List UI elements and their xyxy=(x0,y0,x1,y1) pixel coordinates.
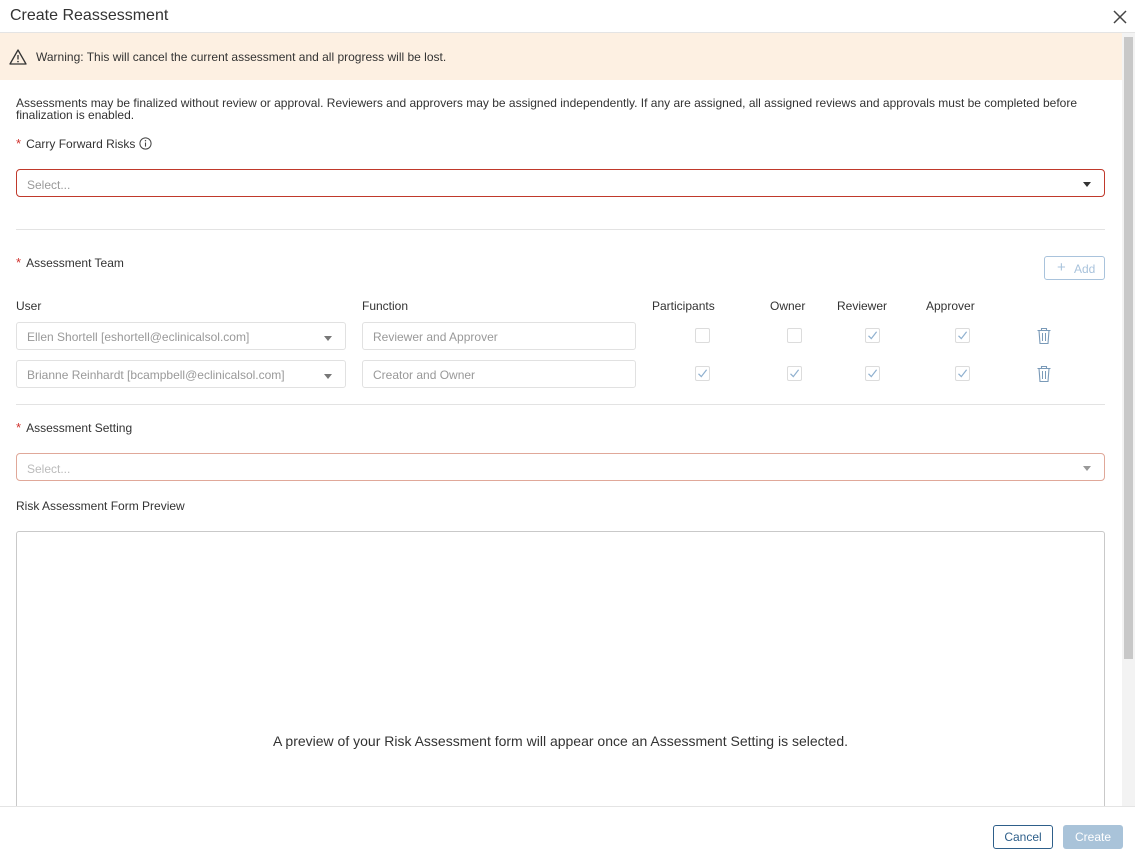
team-row-user-select[interactable]: Brianne Reinhardt [bcampbell@eclinicalso… xyxy=(16,360,346,388)
dialog-header: Create Reassessment xyxy=(0,0,1135,33)
add-member-label: Add xyxy=(1074,262,1096,276)
chevron-down-icon xyxy=(324,336,332,341)
add-member-button[interactable]: + Add xyxy=(1044,256,1105,280)
close-icon[interactable] xyxy=(1111,8,1129,26)
column-header-function: Function xyxy=(362,299,409,313)
team-row-function-input[interactable]: Reviewer and Approver xyxy=(362,322,636,350)
finalization-note: Assessments may be finalized without rev… xyxy=(16,96,1078,122)
participants-checkbox[interactable] xyxy=(695,366,710,381)
chevron-down-icon xyxy=(324,374,332,379)
team-row-function-value: Creator and Owner xyxy=(373,368,476,382)
carry-forward-label-text: Carry Forward Risks xyxy=(26,137,136,151)
section-divider xyxy=(16,404,1105,405)
team-row-user-value: Ellen Shortell [eshortell@eclinicalsol.c… xyxy=(27,330,250,344)
approver-checkbox[interactable] xyxy=(955,366,970,381)
scrollbar-thumb[interactable] xyxy=(1124,37,1133,659)
create-button[interactable]: Create xyxy=(1063,825,1123,849)
owner-checkbox[interactable] xyxy=(787,366,802,381)
assessment-setting-label-text: Assessment Setting xyxy=(26,421,133,435)
participants-checkbox[interactable] xyxy=(695,328,710,343)
approver-checkbox[interactable] xyxy=(955,328,970,343)
carry-forward-label: * Carry Forward Risks xyxy=(16,136,153,151)
assessment-setting-placeholder: Select... xyxy=(27,462,71,476)
section-divider xyxy=(16,229,1105,230)
plus-icon: + xyxy=(1057,259,1066,276)
dialog-title: Create Reassessment xyxy=(10,7,169,24)
carry-forward-placeholder: Select... xyxy=(27,178,71,192)
column-header-reviewer: Reviewer xyxy=(837,299,888,313)
trash-icon[interactable] xyxy=(1036,365,1052,383)
required-marker: * xyxy=(16,255,22,270)
assessment-setting-label: * Assessment Setting xyxy=(16,420,132,435)
assessment-team-label-text: Assessment Team xyxy=(26,256,124,270)
info-icon[interactable] xyxy=(139,137,153,150)
warning-banner: Warning: This will cancel the current as… xyxy=(0,33,1122,80)
reviewer-checkbox[interactable] xyxy=(865,328,880,343)
cancel-button[interactable]: Cancel xyxy=(993,825,1053,849)
preview-empty-message: A preview of your Risk Assessment form w… xyxy=(272,733,849,749)
column-header-participants: Participants xyxy=(652,299,715,313)
preview-label: Risk Assessment Form Preview xyxy=(16,499,185,513)
chevron-down-icon xyxy=(1083,466,1091,471)
form-preview-panel: A preview of your Risk Assessment form w… xyxy=(16,531,1105,821)
team-row-function-input[interactable]: Creator and Owner xyxy=(362,360,636,388)
team-row-user-select[interactable]: Ellen Shortell [eshortell@eclinicalsol.c… xyxy=(16,322,346,350)
column-header-owner: Owner xyxy=(770,299,806,313)
reviewer-checkbox[interactable] xyxy=(865,366,880,381)
column-header-user: User xyxy=(16,299,42,313)
scrollbar[interactable] xyxy=(1122,33,1135,806)
required-marker: * xyxy=(16,136,22,151)
column-header-approver: Approver xyxy=(926,299,975,313)
required-marker: * xyxy=(16,420,22,435)
assessment-team-label: * Assessment Team xyxy=(16,255,124,270)
trash-icon[interactable] xyxy=(1036,327,1052,345)
team-row-function-value: Reviewer and Approver xyxy=(373,330,498,344)
chevron-down-icon xyxy=(1083,182,1091,187)
warning-triangle-icon xyxy=(9,48,27,66)
warning-text: Warning: This will cancel the current as… xyxy=(36,50,447,64)
carry-forward-select[interactable]: Select... xyxy=(16,169,1105,197)
dialog-footer: Cancel Create xyxy=(0,806,1135,861)
assessment-setting-select[interactable]: Select... xyxy=(16,453,1105,481)
team-row-user-value: Brianne Reinhardt [bcampbell@eclinicalso… xyxy=(27,368,285,382)
owner-checkbox[interactable] xyxy=(787,328,802,343)
